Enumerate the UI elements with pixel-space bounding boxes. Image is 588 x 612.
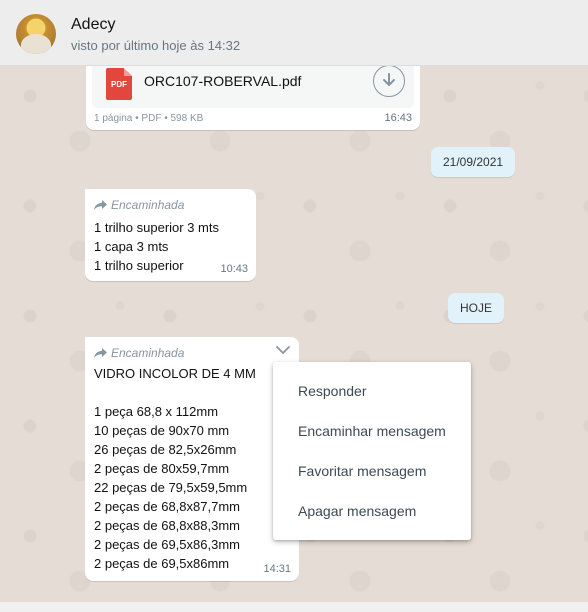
message-line: 1 peça 68,8 x 112mm <box>94 404 219 419</box>
date-divider: 21/09/2021 <box>431 147 516 177</box>
message-line: 2 peças de 69,5x86mm <box>94 556 230 571</box>
message-title: VIDRO INCOLOR DE 4 MM <box>94 366 256 381</box>
message-time: 10:43 <box>220 263 248 275</box>
message-line: 22 peças de 79,5x59,5mm <box>94 480 248 495</box>
download-button[interactable] <box>373 66 405 97</box>
message-line: 26 peças de 82,5x26mm <box>94 442 237 457</box>
pdf-attachment[interactable]: PDF ORC107-ROBERVAL.pdf <box>92 66 414 108</box>
pdf-file-meta: 1 página • PDF • 598 KB <box>94 113 204 124</box>
forward-arrow-icon <box>94 200 107 210</box>
download-arrow-icon <box>383 73 395 86</box>
message-line: 10 peças de 90x70 mm <box>94 423 230 438</box>
today-divider: HOJE <box>448 293 505 323</box>
message-time: 16:43 <box>384 112 412 124</box>
message-line: 1 capa 3 mts <box>94 239 169 254</box>
forwarded-message[interactable]: Encaminhada 1 trilho superior 3 mts 1 ca… <box>85 189 256 281</box>
message-text: VIDRO INCOLOR DE 4 MM 1 peça 68,8 x 112m… <box>94 364 256 573</box>
message-time: 14:31 <box>263 563 291 575</box>
message-context-menu: Responder Encaminhar mensagem Favoritar … <box>273 362 471 540</box>
forwarded-text: Encaminhada <box>111 346 185 360</box>
menu-item-reply[interactable]: Responder <box>273 371 471 411</box>
message-line: 2 peças de 80x59,7mm <box>94 461 230 476</box>
compose-bar <box>0 602 588 612</box>
pdf-file-name: ORC107-ROBERVAL.pdf <box>144 73 302 89</box>
forwarded-label: Encaminhada <box>94 198 184 212</box>
chevron-down-icon[interactable] <box>275 345 291 355</box>
avatar[interactable] <box>16 14 56 54</box>
message-line: 1 trilho superior <box>94 258 184 273</box>
menu-item-forward[interactable]: Encaminhar mensagem <box>273 411 471 451</box>
message-line: 2 peças de 69,5x86,3mm <box>94 537 240 552</box>
chat-header[interactable]: Adecy visto por último hoje às 14:32 <box>0 0 588 66</box>
menu-item-delete[interactable]: Apagar mensagem <box>273 491 471 531</box>
message-text: 1 trilho superior 3 mts 1 capa 3 mts 1 t… <box>94 218 219 275</box>
pdf-message[interactable]: PDF ORC107-ROBERVAL.pdf 1 página • PDF •… <box>86 66 420 130</box>
pdf-file-icon: PDF <box>106 68 132 100</box>
forwarded-label: Encaminhada <box>94 346 184 360</box>
menu-item-star[interactable]: Favoritar mensagem <box>273 451 471 491</box>
forwarded-message[interactable]: Encaminhada VIDRO INCOLOR DE 4 MM 1 peça… <box>85 337 299 581</box>
forward-arrow-icon <box>94 348 107 358</box>
last-seen-status: visto por último hoje às 14:32 <box>71 38 241 53</box>
message-line: 2 peças de 68,8x88,3mm <box>94 518 240 533</box>
chat-panel: PDF ORC107-ROBERVAL.pdf 1 página • PDF •… <box>0 66 588 602</box>
forwarded-text: Encaminhada <box>111 198 185 212</box>
contact-name[interactable]: Adecy <box>71 16 115 34</box>
message-line: 1 trilho superior 3 mts <box>94 220 219 235</box>
message-line: 2 peças de 68,8x87,7mm <box>94 499 240 514</box>
